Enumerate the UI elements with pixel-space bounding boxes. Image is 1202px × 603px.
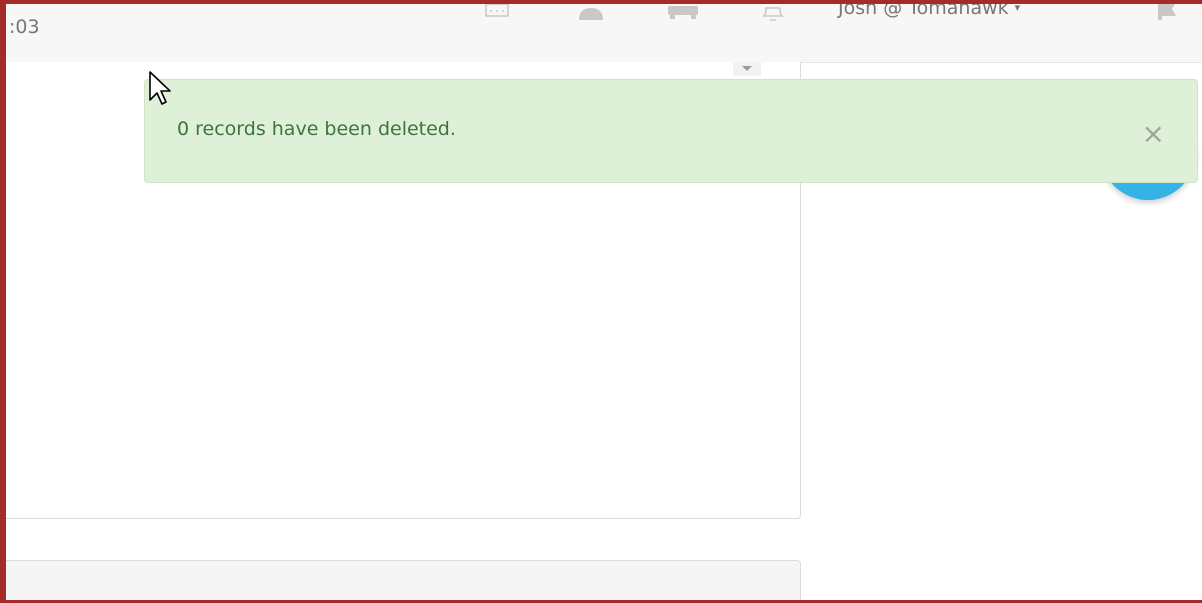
- flag-icon[interactable]: [1154, 4, 1188, 20]
- user-menu-dropdown[interactable]: Josh @ Tomahawk ▾: [838, 0, 1021, 19]
- success-alert: 0 records have been deleted. ×: [144, 79, 1198, 183]
- chevron-down-icon: ▾: [1014, 1, 1021, 14]
- secondary-panel: [6, 560, 801, 600]
- bell-icon[interactable]: [758, 4, 788, 28]
- app-window: :03 Josh @ Tomahawk ▾ 0 records have bee…: [0, 0, 1202, 603]
- alert-message: 0 records have been deleted.: [177, 118, 456, 140]
- time-display: :03: [9, 16, 40, 38]
- top-navbar: :03 Josh @ Tomahawk ▾: [6, 4, 1202, 63]
- user-icon[interactable]: [576, 4, 606, 24]
- calendar-icon[interactable]: [484, 4, 510, 22]
- close-icon[interactable]: ×: [1142, 120, 1165, 148]
- chevron-down-icon[interactable]: [733, 62, 761, 76]
- user-menu-label: Josh @ Tomahawk: [838, 0, 1009, 19]
- mouse-pointer-icon: [149, 71, 171, 105]
- car-icon[interactable]: [666, 4, 700, 24]
